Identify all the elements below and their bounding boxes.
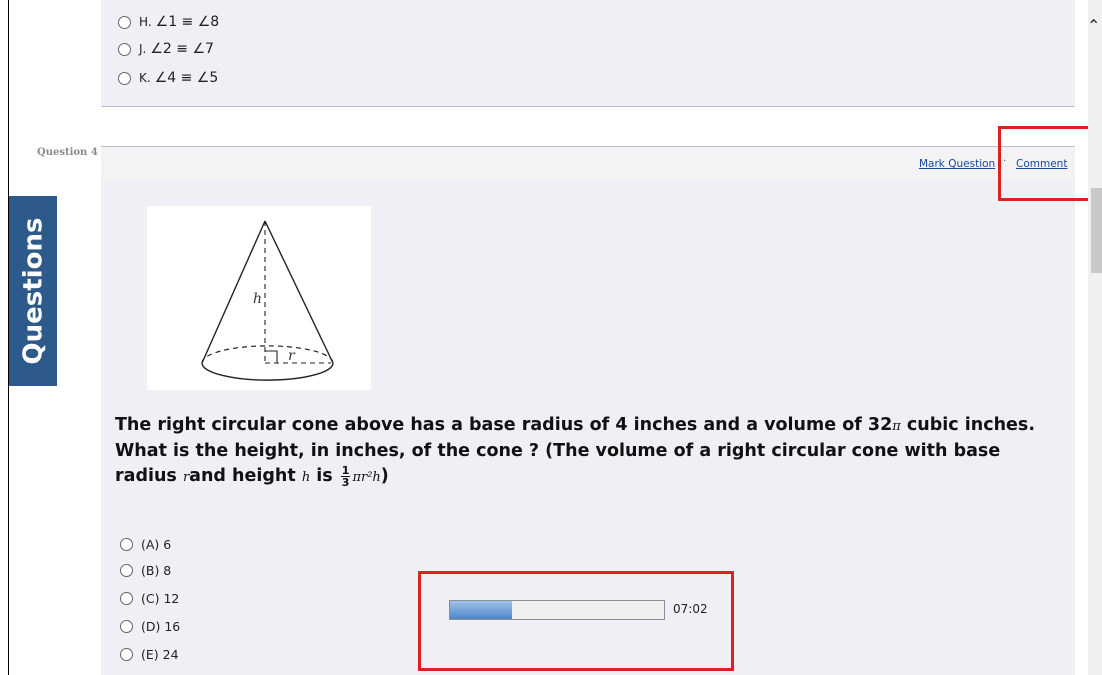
question-text: The right circular cone above has a base… xyxy=(115,415,1035,489)
radio-button[interactable] xyxy=(118,42,131,56)
option-letter: K. xyxy=(139,71,151,85)
radio-button[interactable] xyxy=(120,647,133,661)
answer-label: (B) 8 xyxy=(141,562,172,578)
option-letter: J. xyxy=(139,42,147,56)
radio-button[interactable] xyxy=(118,71,131,85)
answer-label: (E) 24 xyxy=(141,646,179,662)
scroll-up-arrow-icon[interactable]: ⌃ xyxy=(1087,16,1100,35)
answer-e[interactable]: (E) 24 xyxy=(120,643,179,665)
radio-button[interactable] xyxy=(120,619,133,633)
answer-d[interactable]: (D) 16 xyxy=(120,615,180,637)
cone-figure: h r xyxy=(147,206,371,390)
fraction: 13 xyxy=(340,463,351,489)
option-j[interactable]: J. ∠2 ≡ ∠7 xyxy=(118,38,214,60)
answer-label: (A) 6 xyxy=(141,536,172,552)
scrollbar-thumb[interactable] xyxy=(1091,188,1102,273)
option-text: ∠1 ≡ ∠8 xyxy=(155,14,220,30)
comment-highlight-box xyxy=(998,126,1100,201)
question-number-label: Question 4 xyxy=(37,147,98,158)
option-text: ∠2 ≡ ∠7 xyxy=(150,41,214,57)
answer-c[interactable]: (C) 12 xyxy=(120,587,179,609)
answer-b[interactable]: (B) 8 xyxy=(120,559,171,581)
radio-button[interactable] xyxy=(118,15,131,29)
mark-question-link[interactable]: Mark Question xyxy=(919,158,995,170)
option-text: ∠4 ≡ ∠5 xyxy=(154,70,219,86)
radio-button[interactable] xyxy=(120,537,133,551)
questions-tab-label: Questions xyxy=(18,217,49,365)
radio-button[interactable] xyxy=(120,591,133,605)
radio-button[interactable] xyxy=(120,563,133,577)
answer-label: (C) 12 xyxy=(141,590,180,606)
height-label: h xyxy=(253,291,262,307)
radius-label: r xyxy=(288,348,296,364)
timer-highlight-box xyxy=(418,571,734,671)
option-letter: H. xyxy=(139,15,152,29)
answer-label: (D) 16 xyxy=(141,618,181,634)
cone-diagram: h r xyxy=(201,220,334,381)
questions-side-tab[interactable]: Questions xyxy=(9,196,57,386)
previous-question-block xyxy=(101,0,1075,107)
option-k[interactable]: K. ∠4 ≡ ∠5 xyxy=(118,67,218,89)
option-h[interactable]: H. ∠1 ≡ ∠8 xyxy=(118,11,219,33)
answer-a[interactable]: (A) 6 xyxy=(120,533,171,555)
vertical-scrollbar[interactable] xyxy=(1088,0,1102,675)
